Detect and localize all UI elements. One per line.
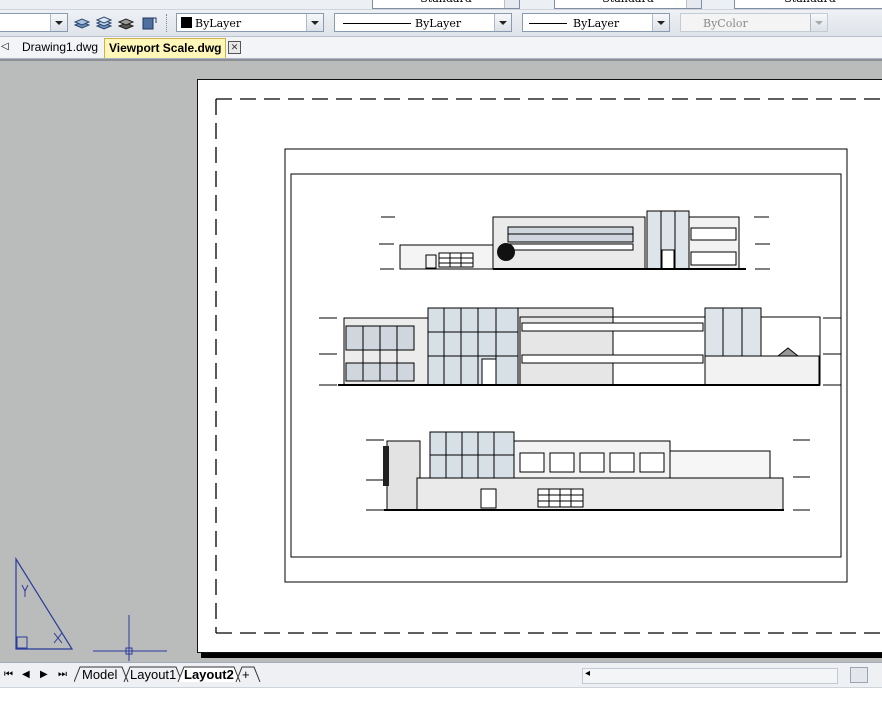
lineweight-value: ByLayer	[573, 17, 620, 30]
standard-toolbar: Standard Standard Standard	[0, 0, 882, 10]
chevron-down-icon	[810, 14, 827, 31]
text-style-value: Standard	[420, 0, 472, 5]
prev-tab-icon[interactable]: ◀	[22, 669, 30, 680]
scroll-left-icon[interactable]: ◂	[585, 668, 590, 679]
chevron-down-icon[interactable]	[306, 14, 323, 31]
table-style-combo[interactable]: Standard	[734, 0, 882, 9]
chevron-down-icon[interactable]	[50, 14, 67, 31]
tab-model[interactable]: Model	[82, 667, 117, 683]
building-elevation-bottom	[366, 431, 810, 511]
lineweight-sample	[529, 23, 567, 24]
tab-label: Drawing1.dwg	[22, 40, 99, 54]
table-style-value: Standard	[784, 0, 836, 5]
next-tab-icon[interactable]: ▶	[40, 669, 48, 680]
properties-toolbar: ByLayer ByLayer ByLayer ByColor	[0, 10, 882, 37]
lineweight-combo[interactable]: ByLayer	[522, 13, 670, 32]
tab-layout2[interactable]: Layout2	[184, 667, 234, 683]
horizontal-scrollbar[interactable]: ◂	[582, 668, 838, 684]
building-elevation-top	[379, 210, 770, 270]
chevron-down-icon[interactable]	[686, 0, 701, 8]
drawing-canvas[interactable]	[0, 59, 882, 664]
tab-scroll-left-icon[interactable]: ◁	[1, 41, 9, 52]
ucs-triangle-icon	[15, 557, 74, 650]
match-layer-icon[interactable]	[141, 15, 157, 31]
linetype-value: ByLayer	[415, 17, 462, 30]
building-elevation-middle	[319, 307, 841, 386]
dim-style-value: Standard	[602, 0, 654, 5]
layer-combo[interactable]	[0, 13, 68, 32]
color-swatch-icon	[181, 17, 192, 28]
first-tab-icon[interactable]: ⏮	[4, 669, 13, 680]
plot-style-value: ByColor	[703, 17, 748, 30]
command-area[interactable]	[0, 687, 882, 727]
layout-drawing	[215, 98, 882, 634]
tab-add-layout[interactable]: +	[242, 667, 250, 683]
chevron-down-icon[interactable]	[504, 0, 519, 8]
color-value: ByLayer	[195, 17, 242, 30]
last-tab-icon[interactable]: ⏭	[58, 669, 67, 680]
paper-sheet	[197, 79, 882, 653]
layer-states-icon[interactable]	[74, 15, 90, 31]
linetype-sample	[343, 23, 411, 24]
tab-viewport-scale[interactable]: Viewport Scale.dwg	[104, 38, 227, 58]
color-combo[interactable]: ByLayer	[176, 13, 324, 32]
plot-style-combo: ByColor	[680, 13, 828, 32]
dim-style-combo[interactable]: Standard	[554, 0, 702, 9]
crosshair-cursor-icon	[93, 615, 167, 661]
tab-drawing1[interactable]: Drawing1.dwg	[18, 38, 102, 57]
tab-label: Viewport Scale.dwg	[109, 41, 222, 55]
layer-previous-icon[interactable]	[96, 15, 112, 31]
tab-layout1[interactable]: Layout1	[130, 667, 176, 683]
chevron-down-icon[interactable]	[652, 14, 669, 31]
layout-tab-bar: ⏮ ◀ ▶ ⏭ Model Layout1 Layout2 + ◂	[0, 662, 882, 687]
chevron-down-icon[interactable]	[494, 14, 511, 31]
document-tab-bar: ◁ Drawing1.dwg Viewport Scale.dwg ✕	[0, 37, 882, 59]
toolbar-grip[interactable]	[166, 14, 169, 32]
text-style-combo[interactable]: Standard	[372, 0, 520, 9]
layer-isolate-icon[interactable]	[118, 15, 134, 31]
scroll-corner	[850, 667, 868, 683]
close-icon[interactable]: ✕	[228, 41, 241, 54]
linetype-combo[interactable]: ByLayer	[334, 13, 512, 32]
